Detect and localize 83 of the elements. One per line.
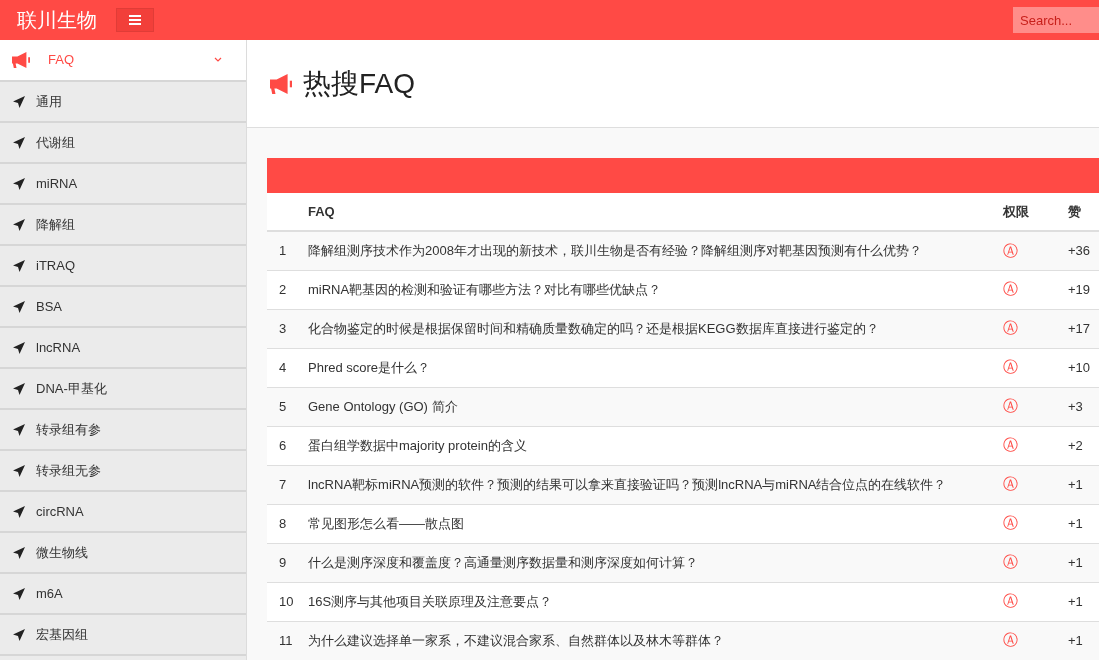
sidebar-item[interactable]: 通用 xyxy=(0,82,246,123)
sidebar-item[interactable]: 转录组有参 xyxy=(0,410,246,451)
sidebar-item[interactable]: 微生物线 xyxy=(0,533,246,574)
permission-mark: Ⓐ xyxy=(1003,387,1068,426)
row-number: 7 xyxy=(267,465,308,504)
permission-mark: Ⓐ xyxy=(1003,543,1068,582)
permission-mark: Ⓐ xyxy=(1003,582,1068,621)
row-number: 1 xyxy=(267,231,308,270)
row-number: 11 xyxy=(267,621,308,660)
sidebar-item[interactable]: 代谢组 xyxy=(0,123,246,164)
faq-link[interactable]: lncRNA靶标miRNA预测的软件？预测的结果可以拿来直接验证吗？预测lncRNA与miRNA结合位点的在线软件？ xyxy=(308,465,1003,504)
row-number: 2 xyxy=(267,270,308,309)
faq-link[interactable]: Gene Ontology (GO) 简介 xyxy=(308,387,1003,426)
sidebar-item[interactable]: 宏基因组 xyxy=(0,615,246,656)
like-count: +36 xyxy=(1068,231,1099,270)
faq-link[interactable]: 什么是测序深度和覆盖度？高通量测序数据量和测序深度如何计算？ xyxy=(308,543,1003,582)
permission-mark: Ⓐ xyxy=(1003,309,1068,348)
megaphone-icon xyxy=(267,72,295,95)
like-count: +3 xyxy=(1068,387,1099,426)
faq-link[interactable]: 常见图形怎么看——散点图 xyxy=(308,504,1003,543)
row-number: 9 xyxy=(267,543,308,582)
location-arrow-icon xyxy=(13,136,25,149)
menu-icon xyxy=(129,15,141,25)
location-arrow-icon xyxy=(13,300,25,313)
like-count: +10 xyxy=(1068,348,1099,387)
chevron-down-icon xyxy=(214,57,222,63)
permission-mark: Ⓐ xyxy=(1003,270,1068,309)
like-count: +19 xyxy=(1068,270,1099,309)
row-number: 5 xyxy=(267,387,308,426)
page-title: 热搜FAQ xyxy=(303,66,415,101)
location-arrow-icon xyxy=(13,259,25,272)
column-header: 权限 xyxy=(1003,193,1068,231)
faq-link[interactable]: 化合物鉴定的时候是根据保留时间和精确质量数确定的吗？还是根据KEGG数据库直接进行鉴定的？ xyxy=(308,309,1003,348)
sidebar-item[interactable]: lncRNA xyxy=(0,328,246,369)
faq-link[interactable]: 16S测序与其他项目关联原理及注意要点？ xyxy=(308,582,1003,621)
faq-link[interactable]: 为什么建议选择单一家系，不建议混合家系、自然群体以及林木等群体？ xyxy=(308,621,1003,660)
like-count: +1 xyxy=(1068,465,1099,504)
faq-link[interactable]: Phred score是什么？ xyxy=(308,348,1003,387)
location-arrow-icon xyxy=(13,177,25,190)
row-number: 10 xyxy=(267,582,308,621)
like-count: +1 xyxy=(1068,504,1099,543)
location-arrow-icon xyxy=(13,382,25,395)
row-number: 6 xyxy=(267,426,308,465)
row-number: 3 xyxy=(267,309,308,348)
sidebar-item[interactable]: 降解组 xyxy=(0,205,246,246)
location-arrow-icon xyxy=(13,628,25,641)
sidebar-item[interactable]: m6A xyxy=(0,574,246,615)
location-arrow-icon xyxy=(13,546,25,559)
like-count: +1 xyxy=(1068,543,1099,582)
location-arrow-icon xyxy=(13,341,25,354)
like-count: +1 xyxy=(1068,582,1099,621)
location-arrow-icon xyxy=(13,464,25,477)
permission-mark: Ⓐ xyxy=(1003,465,1068,504)
location-arrow-icon xyxy=(13,218,25,231)
permission-mark: Ⓐ xyxy=(1003,504,1068,543)
permission-mark: Ⓐ xyxy=(1003,348,1068,387)
sidebar-item[interactable]: DNA-甲基化 xyxy=(0,369,246,410)
location-arrow-icon xyxy=(13,505,25,518)
sidebar-item[interactable]: BSA xyxy=(0,287,246,328)
like-count: +17 xyxy=(1068,309,1099,348)
sidebar-item[interactable]: miRNA xyxy=(0,164,246,205)
permission-mark: Ⓐ xyxy=(1003,621,1068,660)
permission-mark: Ⓐ xyxy=(1003,426,1068,465)
faq-link[interactable]: 降解组测序技术作为2008年才出现的新技术，联川生物是否有经验？降解组测序对靶基因预测有什么优势？ xyxy=(308,231,1003,270)
like-count: +2 xyxy=(1068,426,1099,465)
location-arrow-icon xyxy=(13,423,25,436)
faq-link[interactable]: 蛋白组学数据中majority protein的含义 xyxy=(308,426,1003,465)
column-header: FAQ xyxy=(308,193,1003,231)
row-number: 8 xyxy=(267,504,308,543)
sidebar-item[interactable]: 转录组无参 xyxy=(0,451,246,492)
faq-link[interactable]: miRNA靶基因的检测和验证有哪些方法？对比有哪些优缺点？ xyxy=(308,270,1003,309)
sidebar-item[interactable]: circRNA xyxy=(0,492,246,533)
sidebar-group-label: FAQ xyxy=(48,51,74,70)
sidebar-item[interactable]: iTRAQ xyxy=(0,246,246,287)
search-field[interactable]: Search... xyxy=(1013,7,1099,33)
menu-toggle-button[interactable] xyxy=(116,8,154,32)
like-count: +1 xyxy=(1068,621,1099,660)
megaphone-icon xyxy=(10,51,32,69)
row-number: 4 xyxy=(267,348,308,387)
location-arrow-icon xyxy=(13,587,25,600)
column-header: 赞 xyxy=(1068,193,1099,231)
location-arrow-icon xyxy=(13,95,25,108)
permission-mark: Ⓐ xyxy=(1003,231,1068,270)
